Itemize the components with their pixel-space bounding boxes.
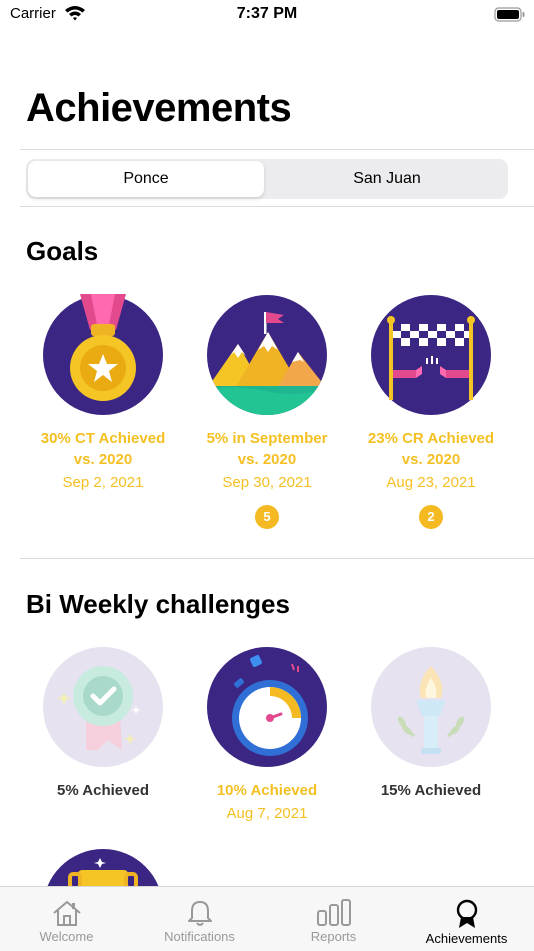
goal-title-line1: 5% in September — [206, 430, 328, 447]
challenge-title: 15% Achieved — [380, 782, 482, 799]
ribbon-icon — [43, 647, 163, 767]
medal-icon — [43, 294, 163, 415]
trophy-icon — [47, 849, 159, 886]
challenge-title: 5% Achieved — [57, 782, 149, 799]
ribbon-award-icon — [456, 899, 477, 928]
bell-icon — [187, 901, 212, 926]
divider — [20, 558, 534, 559]
challenge-date: Aug 7, 2021 — [226, 805, 308, 822]
tab-label: Reports — [310, 929, 357, 944]
tab-achievements[interactable]: Achievements — [400, 887, 533, 951]
stopwatch-icon — [207, 647, 327, 767]
finish-line-icon — [371, 295, 491, 415]
bar-chart-icon — [316, 899, 351, 926]
challenges-section-title: Bi Weekly challenges — [26, 589, 290, 619]
goal-title-line1: 23% CR Achieved — [367, 430, 495, 447]
goal-date: Sep 30, 2021 — [222, 474, 312, 491]
tab-reports[interactable]: Reports — [267, 887, 400, 951]
goal-title-line1: 30% CT Achieved — [40, 430, 166, 447]
tab-label: Achievements — [425, 931, 508, 946]
goal-date: Sep 2, 2021 — [62, 474, 144, 491]
divider — [20, 206, 534, 207]
goal-count-badge: 2 — [419, 505, 443, 529]
goals-section-title: Goals — [26, 236, 99, 266]
challenge-badge[interactable]: 5% Achieved — [38, 646, 168, 801]
tab-welcome[interactable]: Welcome — [0, 887, 133, 951]
challenge-badge-partial[interactable] — [38, 848, 168, 886]
tab-label: Welcome — [39, 929, 94, 944]
divider — [20, 149, 534, 150]
segment-san-juan[interactable]: San Juan — [268, 161, 506, 197]
status-bar: Carrier 7:37 PM — [0, 0, 534, 30]
location-segmented-control: Ponce San Juan — [26, 159, 508, 199]
mountain-icon — [207, 295, 327, 415]
challenge-badge[interactable]: 10% Achieved Aug 7, 2021 — [202, 646, 332, 824]
challenge-badge[interactable]: 15% Achieved — [366, 646, 496, 801]
home-icon — [52, 901, 81, 926]
page-title: Achievements — [26, 86, 292, 130]
goal-date: Aug 23, 2021 — [386, 474, 476, 491]
goal-count-badge: 5 — [255, 505, 279, 529]
goal-badge[interactable]: 30% CT Achieved vs. 2020 Sep 2, 2021 — [38, 294, 168, 493]
battery-icon — [494, 7, 526, 28]
goal-title-line2: vs. 2020 — [237, 451, 297, 468]
goal-badge[interactable]: 23% CR Achieved vs. 2020 Aug 23, 2021 2 — [366, 294, 496, 529]
tab-label: Notifications — [164, 929, 235, 944]
tab-bar: Welcome Notifications Reports Achievemen… — [0, 886, 534, 951]
goal-title-line2: vs. 2020 — [401, 451, 461, 468]
clock: 7:37 PM — [236, 5, 298, 22]
challenge-title: 10% Achieved — [216, 782, 318, 799]
tab-notifications[interactable]: Notifications — [133, 887, 266, 951]
torch-icon — [371, 647, 491, 767]
segment-ponce[interactable]: Ponce — [28, 161, 264, 197]
goal-badge[interactable]: 5% in September vs. 2020 Sep 30, 2021 5 — [202, 294, 332, 529]
goal-title-line2: vs. 2020 — [73, 451, 133, 468]
